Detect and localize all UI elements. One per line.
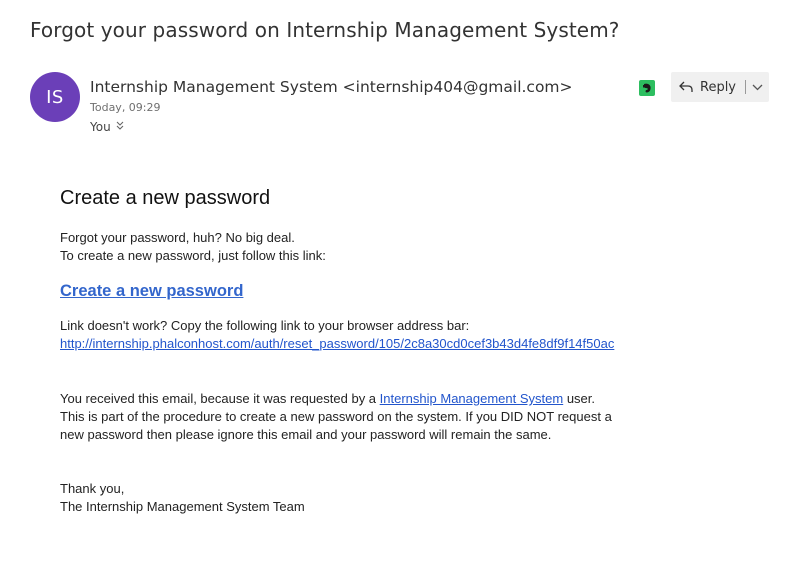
message-body: Create a new password Forgot your passwo…	[60, 186, 660, 516]
create-password-link[interactable]: Create a new password	[60, 282, 243, 300]
message-heading: Create a new password	[60, 187, 271, 209]
intro-line-2: To create a new password, just follow th…	[60, 248, 326, 263]
signoff: Thank you,	[60, 481, 125, 496]
sent-time: Today, 09:29	[90, 101, 161, 114]
double-chevron-down-icon	[116, 121, 124, 133]
sender-name[interactable]: Internship Management System <internship…	[90, 78, 573, 96]
reset-url-link[interactable]: http://internship.phalconhost.com/auth/r…	[60, 336, 614, 351]
reply-icon	[679, 81, 693, 93]
recipient-label: You	[90, 120, 111, 134]
avatar-initials: IS	[46, 86, 64, 108]
reason-line-3: new password then please ignore this ema…	[60, 427, 552, 442]
evernote-icon[interactable]	[639, 80, 655, 96]
reply-separator	[745, 80, 747, 94]
reply-button[interactable]: Reply	[671, 72, 769, 102]
reason-line-2: This is part of the procedure to create …	[60, 409, 612, 424]
reason-line-1: You received this email, because it was …	[60, 390, 660, 408]
reply-label: Reply	[700, 79, 737, 95]
reason-prefix: You received this email, because it was …	[60, 391, 380, 406]
system-link[interactable]: Internship Management System	[380, 391, 564, 406]
avatar[interactable]: IS	[30, 72, 80, 122]
intro-line-1: Forgot your password, huh? No big deal.	[60, 230, 295, 245]
reason-suffix: user.	[563, 391, 595, 406]
email-subject: Forgot your password on Internship Manag…	[30, 18, 620, 42]
chevron-down-icon[interactable]	[752, 84, 763, 91]
recipient-toggle[interactable]: You	[90, 120, 124, 134]
team-signature: The Internship Management System Team	[60, 499, 305, 514]
fallback-text: Link doesn't work? Copy the following li…	[60, 318, 470, 333]
